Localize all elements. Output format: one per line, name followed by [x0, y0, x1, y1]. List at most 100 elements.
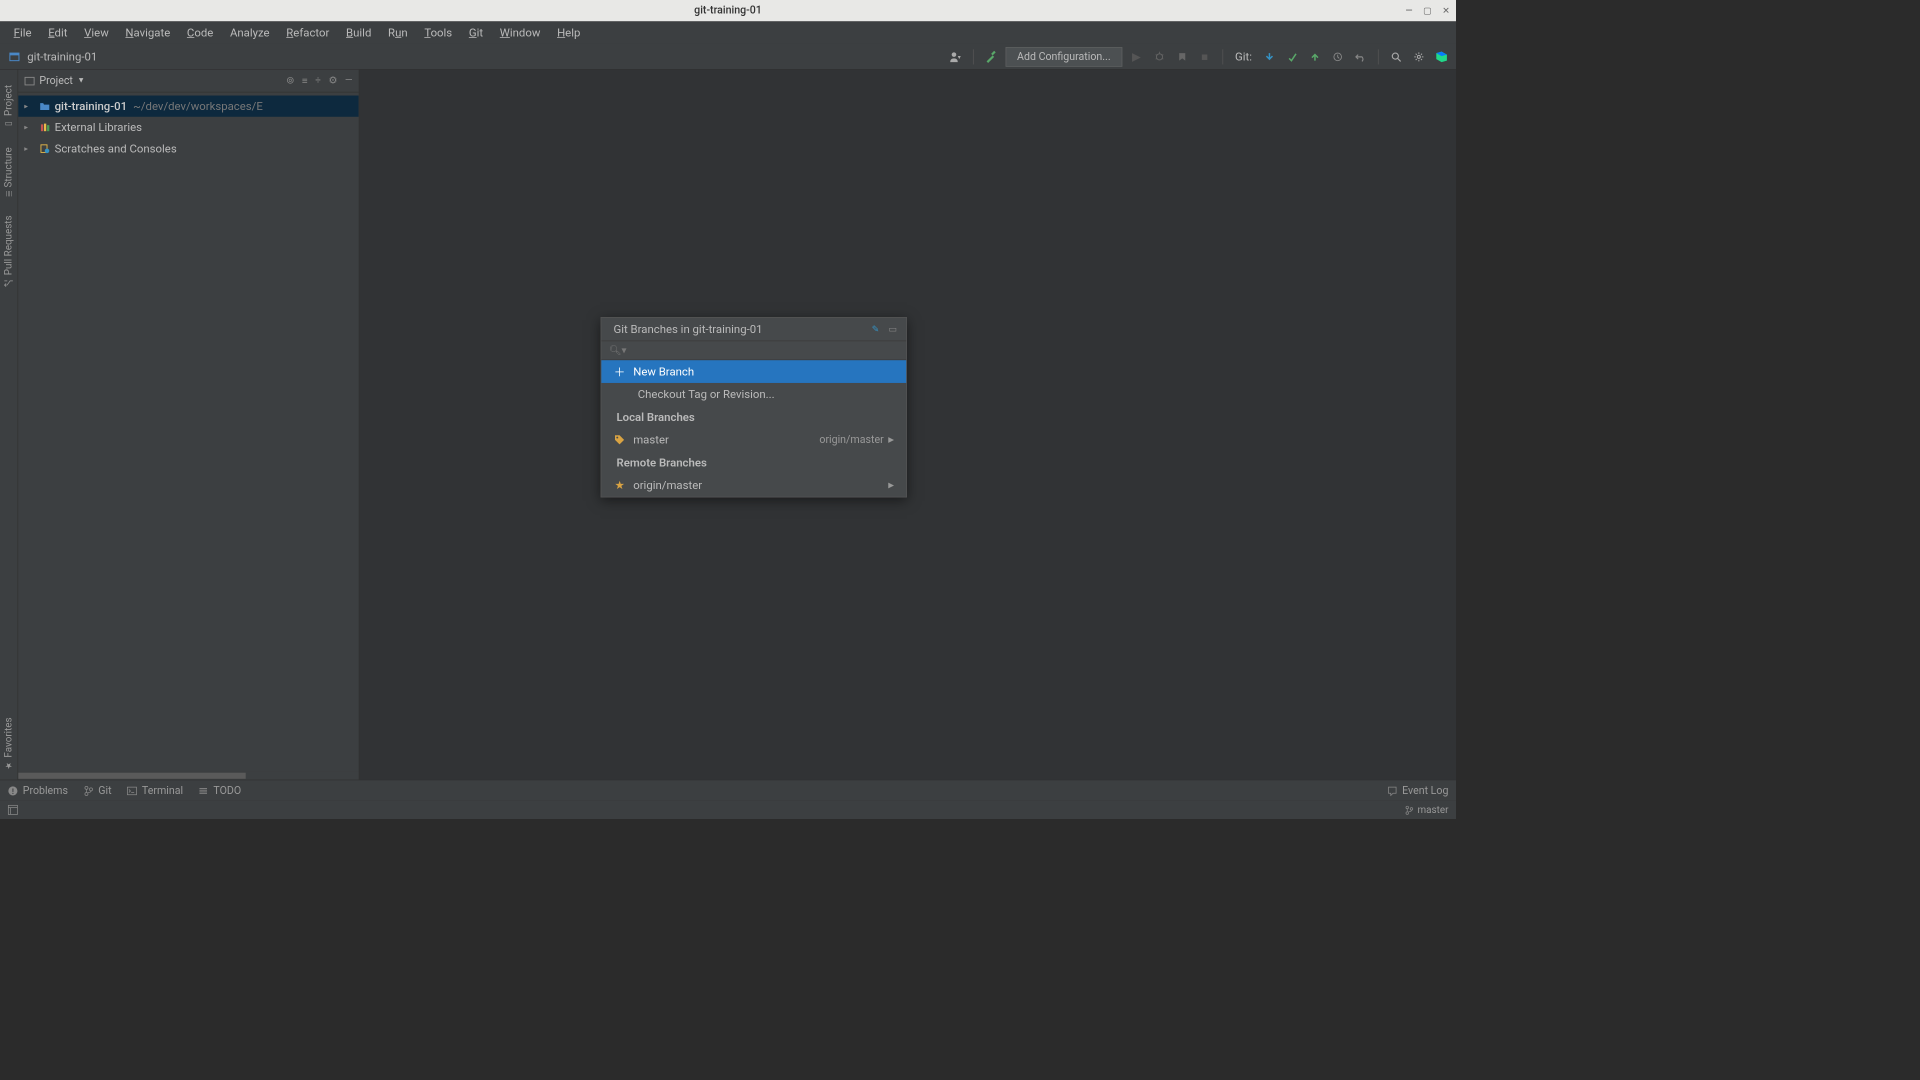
- git-history-icon[interactable]: [1329, 48, 1346, 65]
- event-log-icon: [1387, 785, 1398, 796]
- menu-help[interactable]: Help: [549, 23, 587, 43]
- separator: [1222, 49, 1223, 64]
- expand-arrow-icon[interactable]: ▸: [24, 102, 35, 110]
- menu-refactor[interactable]: Refactor: [279, 23, 337, 43]
- gutter-pull-requests[interactable]: ⎇Pull Requests: [2, 206, 16, 297]
- tool-todo[interactable]: TODO: [198, 784, 241, 796]
- menu-build[interactable]: Build: [338, 23, 378, 43]
- bottom-tool-bar: ! Problems Git Terminal TODO Event Log: [0, 780, 1456, 801]
- search-icon[interactable]: [1388, 48, 1405, 65]
- popup-new-branch[interactable]: ＋ New Branch: [601, 360, 906, 383]
- branch-icon: [1405, 805, 1415, 815]
- separator: [973, 49, 974, 64]
- menu-code[interactable]: Code: [179, 23, 221, 43]
- menu-run[interactable]: Run: [380, 23, 415, 43]
- popup-search-field[interactable]: 🔍︎▾: [601, 340, 906, 360]
- git-push-icon[interactable]: [1307, 48, 1324, 65]
- build-hammer-icon[interactable]: [983, 48, 1000, 65]
- left-tool-gutter: ▭Project ≣Structure ⎇Pull Requests ★Favo…: [0, 70, 18, 780]
- popup-remote-branch-origin-master[interactable]: ★ origin/master ▶: [601, 474, 906, 497]
- breadcrumb-project[interactable]: git-training-01: [27, 50, 97, 64]
- menu-git[interactable]: Git: [461, 23, 490, 43]
- expand-arrow-icon[interactable]: ▸: [24, 123, 35, 131]
- window-title: git-training-01: [694, 5, 762, 17]
- popup-local-branch-master[interactable]: master origin/master ▶: [601, 428, 906, 451]
- collapse-all-icon[interactable]: ÷: [315, 75, 321, 86]
- tree-external-libs[interactable]: ▸ External Libraries: [18, 117, 358, 138]
- git-update-icon[interactable]: [1261, 48, 1278, 65]
- git-branch-icon: [83, 785, 94, 796]
- close-button[interactable]: ✕: [1442, 5, 1450, 16]
- horizontal-scrollbar[interactable]: [18, 772, 358, 780]
- popup-title: Git Branches in git-training-01: [613, 322, 762, 336]
- chevron-down-icon: ▼: [77, 77, 85, 85]
- stop-icon[interactable]: ■: [1196, 48, 1213, 65]
- popup-new-branch-label: New Branch: [633, 365, 694, 379]
- expand-popup-icon[interactable]: ▭: [889, 324, 898, 335]
- popup-checkout-tag-label: Checkout Tag or Revision...: [638, 388, 775, 402]
- debug-icon[interactable]: [1151, 48, 1168, 65]
- scratches-icon: [38, 143, 52, 154]
- run-icon[interactable]: ▶: [1128, 48, 1145, 65]
- project-header-label: Project: [39, 75, 72, 87]
- menu-tools[interactable]: Tools: [417, 23, 460, 43]
- add-configuration-button[interactable]: Add Configuration...: [1006, 47, 1122, 67]
- tool-event-log[interactable]: Event Log: [1387, 784, 1448, 796]
- current-branch-name: master: [1418, 804, 1449, 815]
- menu-edit[interactable]: Edit: [41, 23, 75, 43]
- git-branch-indicator[interactable]: master: [1405, 804, 1449, 815]
- menu-navigate[interactable]: Navigate: [118, 23, 178, 43]
- tool-event-log-label: Event Log: [1402, 784, 1448, 796]
- project-view-selector[interactable]: Project ▼: [24, 75, 85, 87]
- hide-panel-icon[interactable]: —: [345, 75, 353, 86]
- user-icon[interactable]: ▾: [947, 48, 964, 65]
- jetbrains-icon[interactable]: [1433, 48, 1450, 65]
- maximize-button[interactable]: ▢: [1423, 5, 1432, 16]
- popup-local-section: Local Branches: [601, 406, 906, 429]
- search-icon: 🔍︎▾: [609, 345, 626, 356]
- settings-gear-icon[interactable]: ⚙: [329, 75, 338, 86]
- expand-all-icon[interactable]: ≡: [302, 75, 308, 87]
- tree-root-node[interactable]: ▸ git-training-01 ~/dev/dev/workspaces/E: [18, 96, 358, 117]
- tool-git[interactable]: Git: [83, 784, 111, 796]
- window-titlebar: git-training-01 — ▢ ✕: [0, 0, 1456, 21]
- gutter-favorites[interactable]: ★Favorites: [2, 708, 16, 779]
- settings-icon[interactable]: [1410, 48, 1427, 65]
- tool-windows-icon[interactable]: [8, 805, 19, 816]
- plus-icon: ＋: [613, 364, 625, 380]
- gutter-project[interactable]: ▭Project: [2, 76, 16, 138]
- star-icon: ★: [613, 479, 625, 493]
- coverage-icon[interactable]: [1174, 48, 1191, 65]
- minimize-button[interactable]: —: [1405, 5, 1412, 16]
- menu-file[interactable]: File: [6, 23, 39, 43]
- project-icon: [6, 48, 23, 65]
- tree-root-path: ~/dev/dev/workspaces/E: [133, 99, 263, 113]
- menu-analyze[interactable]: Analyze: [222, 23, 277, 43]
- popup-checkout-tag[interactable]: Checkout Tag or Revision...: [601, 383, 906, 406]
- expand-arrow-icon[interactable]: ▸: [24, 144, 35, 152]
- menu-window[interactable]: Window: [492, 23, 548, 43]
- status-bar: master: [0, 801, 1456, 819]
- pin-popup-icon[interactable]: ✎: [872, 324, 880, 335]
- tool-problems[interactable]: ! Problems: [8, 784, 68, 796]
- local-branch-name: master: [633, 433, 669, 447]
- tool-terminal[interactable]: Terminal: [127, 784, 183, 796]
- menubar: File Edit View Navigate Code Analyze Ref…: [0, 21, 1456, 44]
- tree-scratches[interactable]: ▸ Scratches and Consoles: [18, 138, 358, 159]
- svg-text:!: !: [12, 787, 14, 796]
- tree-scratches-label: Scratches and Consoles: [55, 142, 177, 156]
- menu-view[interactable]: View: [77, 23, 117, 43]
- libraries-icon: [38, 122, 52, 133]
- tool-todo-label: TODO: [213, 784, 241, 796]
- select-opened-file-icon[interactable]: ⊚: [286, 75, 294, 86]
- folder-icon: [38, 101, 52, 112]
- project-tree: ▸ git-training-01 ~/dev/dev/workspaces/E…: [18, 93, 358, 780]
- tree-root-label: git-training-01: [55, 99, 127, 113]
- local-branch-tracking: origin/master: [819, 434, 883, 446]
- gutter-structure[interactable]: ≣Structure: [2, 138, 16, 206]
- separator: [1378, 49, 1379, 64]
- git-rollback-icon[interactable]: [1352, 48, 1369, 65]
- git-commit-icon[interactable]: [1284, 48, 1301, 65]
- project-tool-window: Project ▼ ⊚ ≡ ÷ ⚙ — ▸ git-training-01 ~/…: [18, 70, 359, 780]
- tree-external-libs-label: External Libraries: [55, 121, 142, 135]
